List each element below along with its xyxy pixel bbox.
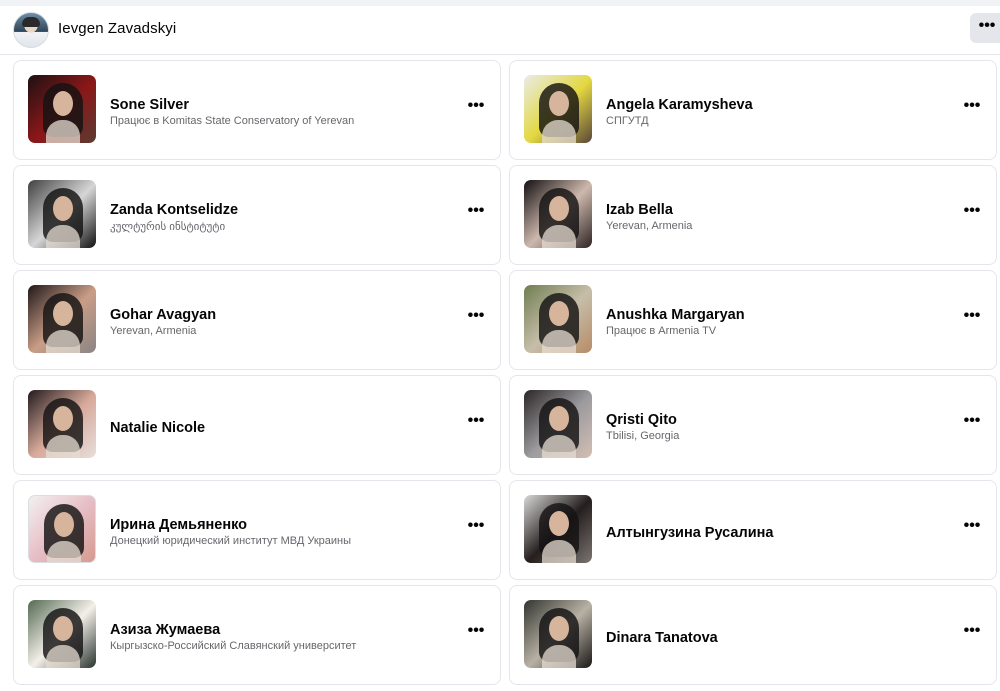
friend-avatar[interactable] [524,390,592,458]
friend-avatar[interactable] [28,600,96,668]
more-options-icon[interactable]: ••• [962,623,982,643]
friend-card[interactable]: Angela Karamysheva СПГУТД ••• [509,60,997,160]
friend-avatar[interactable] [524,600,592,668]
friend-avatar[interactable] [28,180,96,248]
friend-avatar[interactable] [524,180,592,248]
profile-header: Ievgen Zavadskyi ••• [0,6,1000,55]
friend-card[interactable]: Азиза Жумаева Кыргызско-Российский Славя… [13,585,501,685]
friend-avatar[interactable] [28,390,96,458]
more-options-icon[interactable]: ••• [466,623,486,643]
friend-card[interactable]: Zanda Kontselidze კულტურის ინსტიტუტი ••• [13,165,501,265]
friend-name[interactable]: Sone Silver [110,97,189,113]
friend-name[interactable]: Angela Karamysheva [606,97,753,113]
friend-card[interactable]: Dinara Tanatova ••• [509,585,997,685]
more-options-icon[interactable]: ••• [466,413,486,433]
friend-card[interactable]: Anushka Margaryan Працює в Armenia TV ••… [509,270,997,370]
friend-avatar[interactable] [28,495,96,563]
friend-subtitle: Yerevan, Armenia [606,220,693,232]
friend-card[interactable]: Алтынгузина Русалина ••• [509,480,997,580]
profile-avatar[interactable] [13,12,49,48]
friend-subtitle: Працює в Komitas State Conservatory of Y… [110,115,355,127]
friend-card[interactable]: Izab Bella Yerevan, Armenia ••• [509,165,997,265]
friend-name[interactable]: Qristi Qito [606,412,677,428]
more-options-icon[interactable]: ••• [962,203,982,223]
friend-name[interactable]: Zanda Kontselidze [110,202,238,218]
friend-name[interactable]: Natalie Nicole [110,420,205,436]
profile-name[interactable]: Ievgen Zavadskyi [58,20,176,37]
friend-name[interactable]: Алтынгузина Русалина [606,525,773,541]
friend-subtitle: Працює в Armenia TV [606,325,717,337]
header-more-button[interactable]: ••• [970,13,1000,43]
friend-name[interactable]: Ирина Демьяненко [110,517,247,533]
more-options-icon[interactable]: ••• [962,98,982,118]
friend-subtitle: Yerevan, Armenia [110,325,197,337]
more-options-icon[interactable]: ••• [466,308,486,328]
friend-name[interactable]: Gohar Avagyan [110,307,216,323]
more-options-icon[interactable]: ••• [466,98,486,118]
more-options-icon[interactable]: ••• [962,308,982,328]
more-options-icon[interactable]: ••• [466,518,486,538]
friend-avatar[interactable] [524,75,592,143]
friend-subtitle: Кыргызско-Российский Славянский универси… [110,640,357,652]
more-options-icon[interactable]: ••• [466,203,486,223]
friend-avatar[interactable] [28,75,96,143]
friend-name[interactable]: Dinara Tanatova [606,630,718,646]
friend-subtitle: Tbilisi, Georgia [606,430,680,442]
friend-name[interactable]: Anushka Margaryan [606,307,745,323]
friend-name[interactable]: Азиза Жумаева [110,622,220,638]
friend-avatar[interactable] [28,285,96,353]
friend-subtitle: კულტურის ინსტიტუტი [110,221,226,233]
friend-card[interactable]: Ирина Демьяненко Донецкий юридический ин… [13,480,501,580]
friend-card[interactable]: Sone Silver Працює в Komitas State Conse… [13,60,501,160]
friend-subtitle: Донецкий юридический институт МВД Украин… [110,535,352,547]
friend-subtitle: СПГУТД [606,115,649,127]
friend-card[interactable]: Gohar Avagyan Yerevan, Armenia ••• [13,270,501,370]
friend-name[interactable]: Izab Bella [606,202,673,218]
friend-card[interactable]: Natalie Nicole ••• [13,375,501,475]
friend-avatar[interactable] [524,285,592,353]
more-options-icon[interactable]: ••• [962,413,982,433]
friend-card[interactable]: Qristi Qito Tbilisi, Georgia ••• [509,375,997,475]
more-options-icon[interactable]: ••• [962,518,982,538]
friend-avatar[interactable] [524,495,592,563]
friends-grid: Sone Silver Працює в Komitas State Conse… [13,60,999,691]
